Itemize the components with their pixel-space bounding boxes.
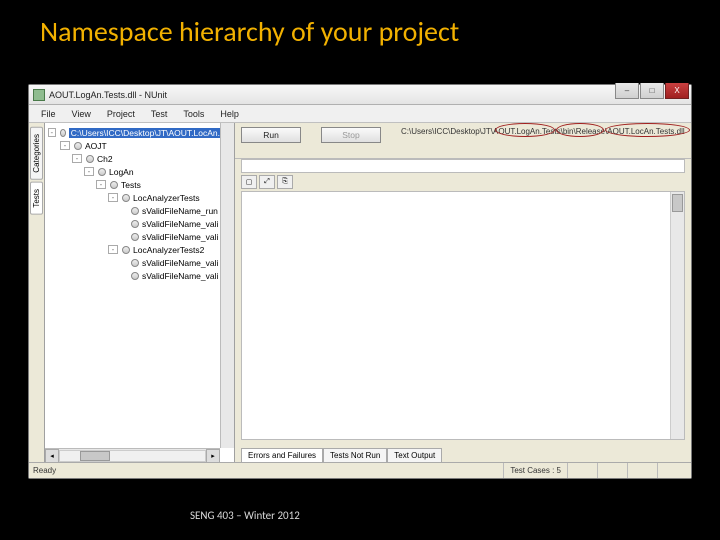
statusbar: Ready Test Cases : 5 [29,462,691,478]
scroll-right-icon[interactable]: ▸ [206,449,220,463]
tab-categories[interactable]: Categories [30,127,43,180]
node-icon [122,246,130,254]
test-icon [131,272,139,280]
test-tree[interactable]: - C:\Users\ICC\Desktop\JT\AOUT.LocAn.Te -… [45,123,235,462]
menu-tools[interactable]: Tools [175,107,212,121]
node-icon [98,168,106,176]
slide-title: Namespace hierarchy of your project [0,0,720,49]
titlebar[interactable]: AOUT.LogAn.Tests.dll - NUnit – □ X [29,85,691,105]
tree-node[interactable]: Ch2 [97,154,113,164]
menubar: File View Project Test Tools Help [29,105,691,123]
results-v-scrollbar[interactable] [670,192,684,439]
maximize-button[interactable]: □ [640,83,664,99]
status-test-cases: Test Cases : 5 [503,463,567,478]
menu-view[interactable]: View [64,107,99,121]
status-ready: Ready [33,466,56,475]
node-icon [110,181,118,189]
test-icon [131,233,139,241]
toggle-icon[interactable]: - [108,193,118,202]
tab-output[interactable]: Text Output [387,448,442,462]
minimize-button[interactable]: – [615,83,639,99]
slide-footer: SENG 403 – Winter 2012 [190,509,300,522]
scroll-thumb[interactable] [80,451,110,461]
close-button[interactable]: X [665,83,689,99]
nunit-window: AOUT.LogAn.Tests.dll - NUnit – □ X File … [28,84,692,479]
menu-help[interactable]: Help [212,107,247,121]
run-button[interactable]: Run [241,127,301,143]
test-icon [131,220,139,228]
toggle-icon[interactable]: - [72,154,82,163]
toggle-icon[interactable]: - [108,245,118,254]
window-title: AOUT.LogAn.Tests.dll - NUnit [49,90,687,100]
tree-node[interactable]: LocAnalyzerTests [133,193,200,203]
node-icon [86,155,94,163]
menu-file[interactable]: File [33,107,64,121]
tree-node[interactable]: AOJT [85,141,107,151]
tree-leaf[interactable]: sValidFileName_vali [142,232,218,242]
status-cell [597,463,627,478]
toggle-icon[interactable]: - [84,167,94,176]
bottom-tabs: Errors and Failures Tests Not Run Text O… [235,442,691,462]
app-icon [33,89,45,101]
scroll-left-icon[interactable]: ◂ [45,449,59,463]
toolbar-icon[interactable]: ▢ [241,175,257,189]
tree-leaf[interactable]: sValidFileName_run [142,206,218,216]
toggle-icon[interactable]: - [60,141,70,150]
toggle-icon[interactable]: - [48,128,56,137]
status-cell [657,463,687,478]
right-pane: Run Stop C:\Users\ICC\Desktop\JT\AOUT.Lo… [235,123,691,462]
toggle-icon[interactable]: - [96,180,106,189]
tree-node[interactable]: LogAn [109,167,134,177]
toolbar-icon[interactable]: ⤢ [259,175,275,189]
result-toolbar: ▢ ⤢ ⎘ [235,173,691,191]
left-vertical-tabs: Categories Tests [29,123,45,462]
progress-bar [241,159,685,173]
tree-leaf[interactable]: sValidFileName_vali [142,258,218,268]
status-cell [567,463,597,478]
tree-h-scrollbar[interactable]: ◂ ▸ [45,448,220,462]
assembly-path: C:\Users\ICC\Desktop\JT\AOUT.LogAn.Tests… [401,127,685,136]
stop-button[interactable]: Stop [321,127,381,143]
tab-tests[interactable]: Tests [30,182,43,215]
scroll-thumb[interactable] [672,194,683,212]
node-icon [122,194,130,202]
node-icon [60,129,66,137]
tree-v-scrollbar[interactable] [220,123,234,448]
status-cell [627,463,657,478]
tree-node[interactable]: Tests [121,180,141,190]
tab-errors[interactable]: Errors and Failures [241,448,323,462]
node-icon [74,142,82,150]
test-icon [131,259,139,267]
menu-project[interactable]: Project [99,107,143,121]
tab-not-run[interactable]: Tests Not Run [323,448,387,462]
menu-test[interactable]: Test [143,107,176,121]
tree-leaf[interactable]: sValidFileName_vali [142,219,218,229]
test-icon [131,207,139,215]
tree-node[interactable]: LocAnalyzerTests2 [133,245,204,255]
results-area[interactable] [241,191,685,440]
toolbar-icon[interactable]: ⎘ [277,175,293,189]
tree-root-node[interactable]: C:\Users\ICC\Desktop\JT\AOUT.LocAn.Te [69,128,231,138]
tree-leaf[interactable]: sValidFileName_vali [142,271,218,281]
